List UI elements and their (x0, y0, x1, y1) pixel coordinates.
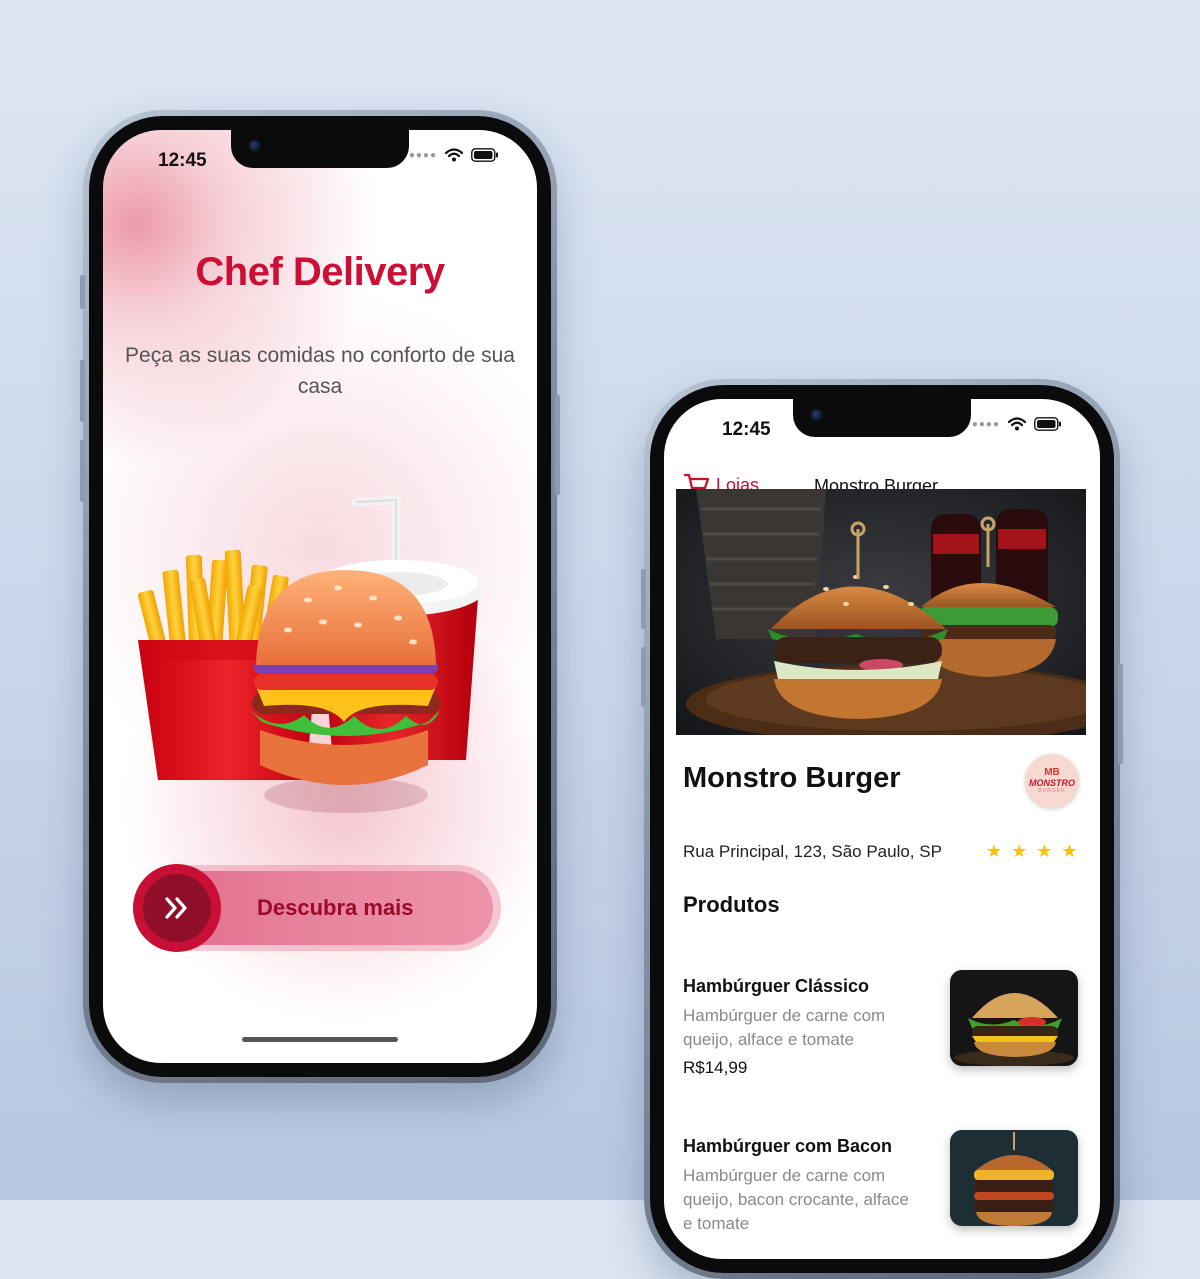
app-title: Chef Delivery (195, 250, 445, 294)
volume-down-button (641, 647, 646, 707)
store-hero-image (676, 489, 1086, 735)
store-rating: ★ ★ ★ ★ (986, 841, 1078, 861)
store-name: Monstro Burger (683, 762, 901, 794)
side-button (80, 275, 85, 309)
volume-up-button (641, 569, 646, 629)
volume-down-button (80, 440, 85, 502)
star-icon: ★ (1011, 841, 1028, 861)
star-icon: ★ (1061, 841, 1078, 861)
star-icon: ★ (986, 841, 1003, 861)
signal-icon: ●●●● (971, 418, 1000, 430)
food-illustration (137, 495, 486, 813)
product-name: Hambúrguer Clássico (683, 976, 870, 996)
product-image (950, 970, 1078, 1066)
logo-tagline: BURGER (1038, 788, 1066, 794)
power-button (555, 395, 560, 495)
discover-more-label: Descubra mais (257, 895, 414, 920)
product-price: R$14,99 (683, 1058, 748, 1077)
status-time: 12:45 (722, 419, 771, 440)
logo-initials: MB (1044, 767, 1060, 778)
product-name: Hambúrguer com Bacon (683, 1136, 893, 1156)
volume-up-button (80, 360, 85, 422)
battery-icon (1034, 417, 1061, 431)
discover-more-slider[interactable]: Descubra mais (133, 864, 501, 952)
welcome-screen: 12:45 ●●●● Chef Delivery Peça as suas co… (103, 130, 537, 1063)
product-description: Hambúrguer de carne com queijo, bacon cr… (683, 1166, 909, 1233)
home-indicator (242, 1037, 398, 1042)
star-icon: ★ (1036, 841, 1053, 861)
product-description: Hambúrguer de carne com queijo, alface e… (683, 1006, 886, 1049)
products-section-title: Produtos (683, 892, 780, 917)
notch (793, 399, 971, 437)
store-address: Rua Principal, 123, São Paulo, SP (683, 842, 942, 861)
phone-store: 12:45 ●●●● Lojas Monstro Burger Monstro … (641, 379, 1123, 1279)
store-logo: MB MONSTRO BURGER (1025, 754, 1079, 808)
notch (231, 130, 409, 168)
camera-icon (249, 140, 261, 152)
product-image (950, 1130, 1078, 1226)
signal-icon: ●●●● (408, 149, 437, 161)
phone-welcome: 12:45 ●●●● Chef Delivery Peça as suas co… (80, 110, 560, 1083)
app-subtitle: Peça as suas comidas no conforto de sua … (125, 344, 515, 398)
power-button (1118, 664, 1123, 764)
slider-knob-inner (143, 874, 211, 942)
double-chevron-right-icon (165, 897, 187, 919)
logo-name: MONSTRO (1029, 778, 1075, 788)
wifi-icon (1008, 417, 1026, 431)
wifi-icon (445, 148, 463, 162)
battery-icon (471, 148, 498, 162)
camera-icon (811, 409, 823, 421)
status-icons: ●●●● (972, 417, 1062, 431)
slider-knob[interactable] (133, 864, 221, 952)
status-time: 12:45 (158, 150, 207, 171)
store-screen: 12:45 ●●●● Lojas Monstro Burger Monstro … (664, 399, 1100, 1259)
status-icons: ●●●● (409, 148, 499, 162)
